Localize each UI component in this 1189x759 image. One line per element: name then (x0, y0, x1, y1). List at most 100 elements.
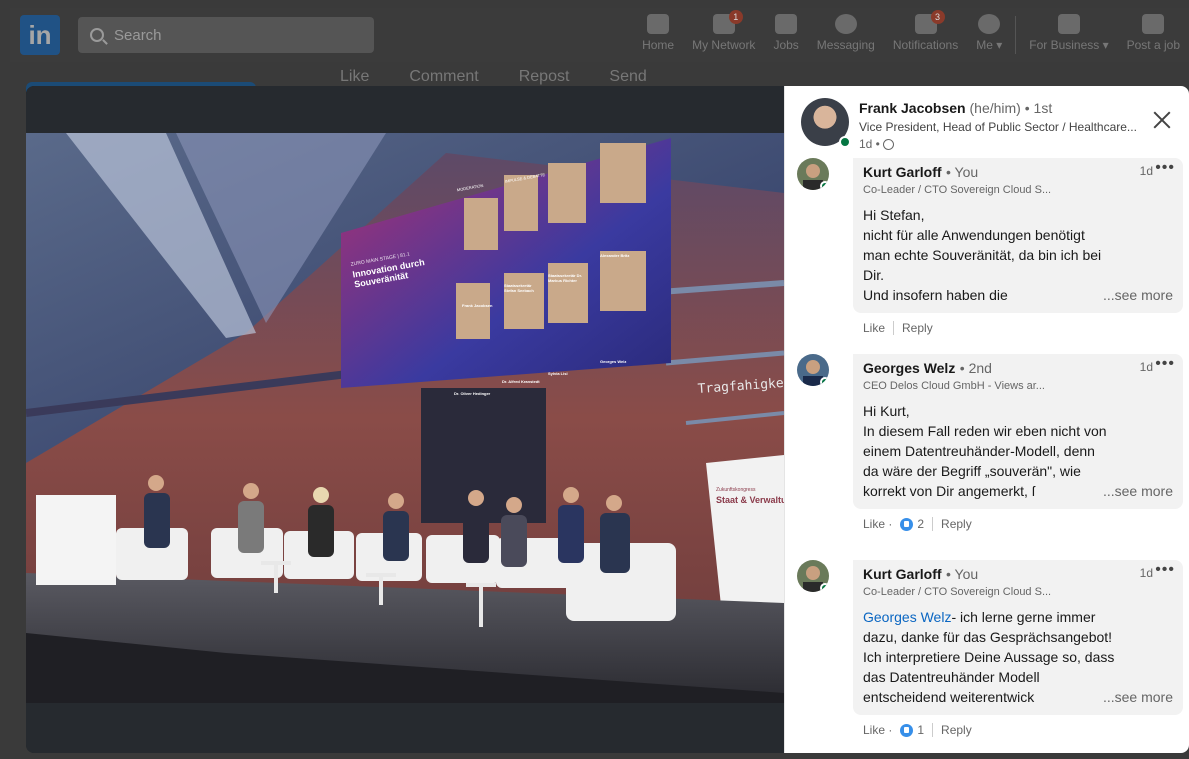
comment-bubble: Georges Welz • 2nd 1d ••• CEO Delos Clou… (853, 354, 1183, 509)
reply-button[interactable]: Reply (941, 723, 972, 737)
reaction-summary[interactable]: 2 (900, 517, 924, 531)
nav-home[interactable]: Home (633, 8, 683, 62)
comment-item: Georges Welz • 2nd 1d ••• CEO Delos Clou… (797, 354, 1183, 531)
online-status-dot (820, 583, 829, 592)
action-divider (932, 723, 934, 737)
panelist-8: Georges Welz (600, 359, 627, 364)
comment-last-line: korrekt von Dir angemerkt, ſ ...see more (863, 481, 1173, 501)
comment-last-line: entscheidend weiterentwick ...see more (863, 687, 1173, 707)
comment-item: Kurt Garloff • You 1d ••• Co-Leader / CT… (797, 158, 1183, 335)
nav-for-business-label: For Business ▾ (1029, 38, 1109, 52)
nav-post-job-label: Post a job (1126, 38, 1180, 52)
commenter-avatar[interactable] (797, 354, 829, 386)
network-icon: 1 (712, 10, 743, 34)
comment-line: Dir. (863, 267, 884, 283)
see-more-link[interactable]: ...see more (1103, 285, 1173, 305)
avatar (978, 14, 1001, 34)
see-more-link[interactable]: ...see more (1103, 481, 1173, 501)
comment-line: Hi Stefan, (863, 207, 925, 223)
author-name-line[interactable]: Frank Jacobsen (he/him) • 1st (859, 100, 1052, 116)
author-headline: Vice President, Head of Public Sector / … (859, 120, 1137, 134)
more-options-icon[interactable]: ••• (1155, 355, 1175, 373)
panelist-1: Frank Jacobsen (462, 303, 493, 308)
see-more-link[interactable]: ...see more (1103, 687, 1173, 707)
post-job-icon (1142, 14, 1165, 34)
comment-actions: Like Reply (863, 321, 1183, 335)
author-pronouns: (he/him) (969, 100, 1021, 116)
bg-comment: Comment (409, 68, 479, 85)
reaction-summary[interactable]: 1 (900, 723, 924, 737)
reply-button[interactable]: Reply (941, 517, 972, 531)
panelist-captions: Frank Jacobsen Staatssekretär Stefan See… (26, 133, 784, 433)
comment-line: man echte Souveränität, da bin ich bei (863, 247, 1102, 263)
more-options-icon[interactable]: ••• (1155, 561, 1175, 579)
commenter-name[interactable]: Georges Welz (863, 360, 955, 376)
nav-for-business[interactable]: For Business ▾ (1020, 8, 1117, 62)
notifications-badge: 3 (930, 10, 945, 24)
search-bar[interactable]: Search (78, 17, 374, 53)
comment-text: Hi Kurt, In diesem Fall reden wir eben n… (863, 401, 1173, 501)
nav-me[interactable]: Me ▾ (967, 8, 1011, 62)
commenter-avatar[interactable] (797, 560, 829, 592)
comment-line: Georges Welz- ich lerne gerne immer (863, 607, 1173, 627)
message-icon (834, 14, 857, 34)
podium-title-text: Staat & Verwaltung (716, 495, 784, 505)
nav-jobs[interactable]: Jobs (764, 8, 807, 62)
author-name: Frank Jacobsen (859, 100, 966, 116)
nav-messaging[interactable]: Messaging (808, 8, 884, 62)
post-timestamp: 1d • (859, 137, 894, 151)
briefcase-icon (775, 14, 798, 34)
commenter-name[interactable]: Kurt Garloff (863, 164, 942, 180)
comment-text: Hi Stefan, nicht für alle Anwendungen be… (863, 205, 1173, 305)
more-options-icon[interactable]: ••• (1155, 159, 1175, 177)
comment-line: da wäre der Begriff „souverän", wie (863, 463, 1081, 479)
comment-time: 1d (1139, 566, 1153, 580)
action-divider (932, 517, 934, 531)
like-button[interactable]: Like (863, 321, 885, 335)
globe-icon (882, 138, 894, 150)
network-badge: 1 (728, 10, 743, 24)
commenter-headline: Co-Leader / CTO Sovereign Cloud S... (863, 184, 1052, 196)
like-button[interactable]: Like · (863, 517, 892, 531)
panelist-5: Dr. Oliver Hedinger (454, 391, 491, 396)
nav-my-network[interactable]: 1 My Network (683, 8, 764, 62)
close-icon[interactable] (1150, 108, 1174, 132)
commenter-headline: Co-Leader / CTO Sovereign Cloud S... (863, 586, 1052, 598)
post-time: 1d • (859, 137, 880, 151)
like-button[interactable]: Like · (863, 723, 892, 737)
panelist-6: Dr. Alfred Kranstedt (502, 379, 540, 384)
online-status-dot (820, 181, 829, 190)
like-reaction-icon (900, 517, 914, 531)
comment-line: entscheidend weiterentwick (863, 689, 1035, 705)
reply-button[interactable]: Reply (902, 321, 933, 335)
comment-line: Ich interpretiere Deine Aussage so, dass (863, 649, 1115, 665)
comment-actions: Like · 1 Reply (863, 723, 1183, 737)
home-icon (647, 14, 670, 34)
image-viewer-modal: Tragfahigkeit 2000 Kg/qm Zukunftskongres… (26, 86, 1189, 753)
comments-list: Kurt Garloff • You 1d ••• Co-Leader / CT… (785, 158, 1189, 753)
nav-divider (1015, 16, 1017, 54)
nav-notifications[interactable]: 3 Notifications (884, 8, 967, 62)
author-degree: • 1st (1024, 100, 1053, 116)
comment-bubble: Kurt Garloff • You 1d ••• Co-Leader / CT… (853, 560, 1183, 715)
grid-icon (1057, 14, 1080, 34)
post-photo[interactable]: Tragfahigkeit 2000 Kg/qm Zukunftskongres… (26, 133, 784, 703)
panelist-3: Staatssekretär Dr. Markus Richter (548, 273, 583, 283)
mention-link[interactable]: Georges Welz (863, 609, 951, 625)
comment-line: das Datentreuhänder Modell (863, 669, 1040, 685)
panelist-2: Staatssekretär Stefan Seebach (504, 283, 534, 293)
nav-messaging-label: Messaging (816, 38, 875, 52)
linkedin-logo[interactable]: in (20, 15, 60, 55)
commenter-name[interactable]: Kurt Garloff (863, 566, 942, 582)
commenter-avatar[interactable] (797, 158, 829, 190)
bg-send: Send (609, 68, 647, 85)
commenter-degree: • 2nd (959, 360, 992, 376)
comment-actions: Like · 2 Reply (863, 517, 1183, 531)
comment-line: In diesem Fall reden wir eben nicht von (863, 423, 1107, 439)
commenter-degree: • You (946, 566, 979, 582)
search-icon (90, 28, 104, 42)
action-divider (893, 321, 895, 335)
comment-line: Und insofern haben die (863, 287, 1008, 303)
search-placeholder: Search (114, 26, 162, 44)
nav-post-job[interactable]: Post a job (1118, 8, 1189, 62)
